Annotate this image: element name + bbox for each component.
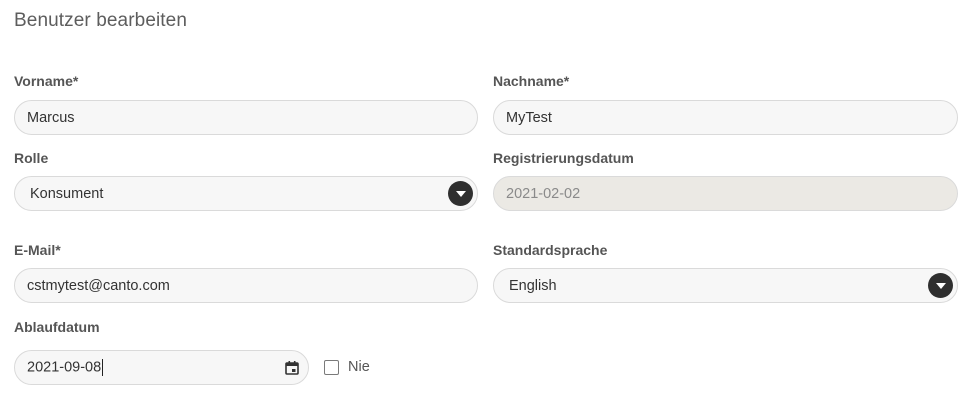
edit-user-form: Benutzer bearbeiten Vorname* Nachname* R… <box>0 0 969 393</box>
email-label: E-Mail* <box>14 242 61 258</box>
default-language-label: Standardsprache <box>493 242 608 258</box>
never-expires-label: Nie <box>348 359 370 375</box>
role-label: Rolle <box>14 150 49 166</box>
last-name-input[interactable] <box>493 100 958 135</box>
page-title: Benutzer bearbeiten <box>14 10 188 31</box>
expiry-date-label: Ablaufdatum <box>14 319 100 335</box>
first-name-input[interactable] <box>14 100 478 135</box>
last-name-label: Nachname* <box>493 73 570 89</box>
chevron-down-icon[interactable] <box>448 181 473 206</box>
never-expires-option[interactable]: Nie <box>324 359 370 375</box>
chevron-down-icon[interactable] <box>928 273 953 298</box>
first-name-label: Vorname* <box>14 73 79 89</box>
default-language-select-value: English <box>509 277 557 294</box>
role-select-value: Konsument <box>30 185 104 202</box>
default-language-select[interactable]: English <box>493 268 958 303</box>
expiry-date-value: 2021-09-08 <box>27 359 102 376</box>
expiry-date-input[interactable]: 2021-09-08 <box>14 350 309 385</box>
never-expires-checkbox[interactable] <box>324 359 339 375</box>
email-input[interactable] <box>14 268 478 303</box>
registration-date-input <box>493 176 958 211</box>
registration-date-label: Registrierungsdatum <box>493 150 634 166</box>
calendar-icon[interactable] <box>285 361 299 375</box>
role-select[interactable]: Konsument <box>14 176 478 211</box>
text-caret <box>102 359 104 376</box>
